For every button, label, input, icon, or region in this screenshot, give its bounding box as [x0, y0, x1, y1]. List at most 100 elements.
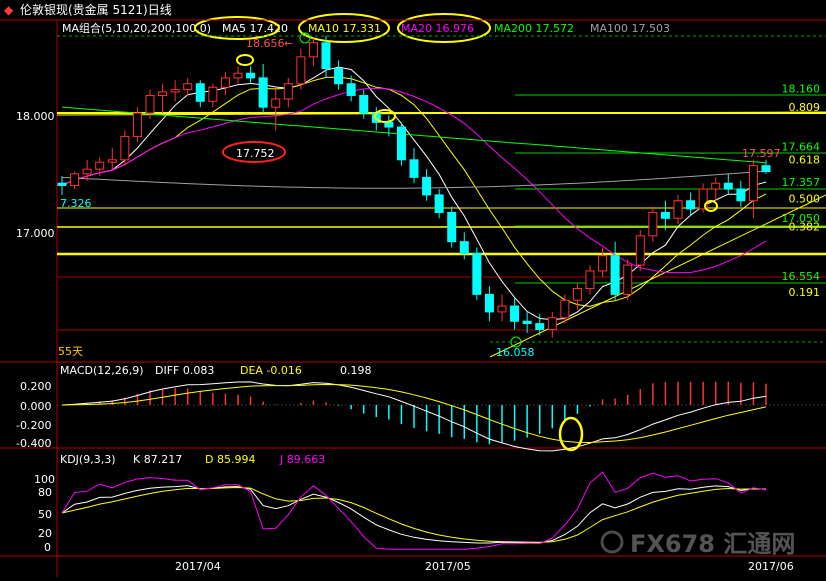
level-label: 18.160 — [782, 82, 821, 95]
candle-body — [296, 56, 306, 85]
candle-body — [195, 83, 205, 102]
candle-body — [422, 176, 432, 196]
ma-combo-label: MA组合(5,10,20,200,100,0) — [62, 21, 211, 35]
kdj-title: KDJ(9,3,3) — [60, 453, 116, 466]
candle-body — [748, 165, 758, 202]
macd-tick-0: 0.200 — [20, 380, 52, 393]
macd-tick-2: -0.200 — [16, 419, 51, 432]
candle-body — [57, 182, 67, 187]
watermark-text: FX678 汇通网 — [630, 530, 795, 558]
date-tick-jun: 2017/06 — [748, 560, 794, 573]
ma20-label: MA20 16.976 — [401, 22, 474, 35]
candle-body — [70, 173, 80, 187]
candle-body — [208, 86, 218, 102]
candle-body — [170, 89, 180, 93]
low-box-label: 17.752 — [236, 147, 275, 160]
candle-body — [510, 305, 520, 322]
candle-body — [459, 241, 469, 254]
kdj-tick-50: 50 — [38, 508, 52, 521]
candle-body — [308, 42, 318, 58]
level-label: 0.191 — [789, 286, 821, 299]
ma10-label: MA10 17.331 — [308, 22, 381, 35]
ma100-label: MA100 17.503 — [590, 22, 670, 35]
candle-body — [723, 182, 733, 190]
kdj-tick-0: 0 — [44, 541, 51, 554]
bottom-annotation: 16.058 — [496, 346, 535, 359]
days-count-label: 55天 — [58, 345, 83, 358]
level-label: 0.500 — [789, 192, 821, 205]
date-tick-apr: 2017/04 — [175, 560, 221, 573]
candle-body — [95, 161, 105, 170]
candle-body — [472, 252, 482, 295]
start-annotation: 7.326 — [60, 197, 92, 210]
candle-body — [334, 68, 344, 85]
kdj-tick-100: 100 — [34, 473, 55, 486]
candle-body — [283, 83, 293, 100]
chart-window: ◆ 伦敦银现(贵金属 5121)日线 MA组合(5,10,20,200,100,… — [0, 0, 826, 577]
candle-body — [572, 288, 582, 301]
level-label: 0.618 — [789, 154, 821, 167]
price-tick-18: 18.000 — [16, 110, 55, 123]
macd-tick-1: 0.000 — [20, 400, 52, 413]
candle-body — [598, 255, 608, 272]
candle-body — [447, 211, 457, 243]
macd-tick-3: -0.400 — [16, 437, 51, 450]
macd-diff: DIFF 0.083 — [155, 364, 214, 377]
candle-body — [522, 320, 532, 325]
candle-body — [145, 94, 155, 114]
candle-body — [246, 72, 256, 79]
level-label: 0.382 — [789, 220, 821, 233]
chart-title: 伦敦银现(贵金属 5121)日线 — [20, 2, 172, 17]
kdj-tick-20: 20 — [38, 527, 52, 540]
candle-body — [158, 91, 168, 96]
candle-body — [384, 121, 394, 128]
candle-body — [610, 255, 620, 295]
candle-body — [660, 211, 670, 219]
candle-body — [396, 126, 406, 161]
candle-body — [258, 77, 268, 108]
watermark: FX678 汇通网 — [600, 530, 795, 558]
candle-body — [132, 112, 142, 137]
candle-body — [233, 72, 243, 79]
candle-body — [761, 165, 771, 172]
candle-body — [497, 305, 507, 313]
candle-body — [434, 194, 444, 213]
level-label: 16.554 — [782, 270, 821, 283]
candle-body — [346, 83, 356, 96]
candle-body — [82, 168, 92, 175]
menu-icon[interactable]: ◆ — [4, 3, 14, 17]
last-price-annotation: 17.597 — [742, 147, 781, 160]
chart-svg: ◆ 伦敦银现(贵金属 5121)日线 MA组合(5,10,20,200,100,… — [0, 0, 826, 577]
candle-body — [648, 211, 658, 237]
high-arrow: ← — [284, 37, 293, 50]
candle-body — [547, 317, 557, 330]
candle-body — [711, 182, 721, 190]
title-bar: ◆ 伦敦银现(贵金属 5121)日线 — [4, 2, 172, 17]
level-label: 17.664 — [782, 140, 821, 153]
candle-body — [736, 188, 746, 202]
candle-body — [120, 135, 130, 161]
candle-body — [686, 200, 696, 210]
price-tick-17: 17.000 — [16, 227, 55, 240]
kdj-k: K 87.217 — [133, 453, 182, 466]
candle-body — [220, 77, 230, 88]
candle-body — [359, 94, 369, 114]
candle-body — [585, 270, 595, 290]
candle-body — [560, 299, 570, 319]
candle-body — [321, 42, 331, 70]
level-label: 17.357 — [782, 176, 821, 189]
macd-dea: DEA -0.016 — [240, 364, 302, 377]
candle-body — [107, 159, 117, 163]
kdj-d: D 85.994 — [205, 453, 255, 466]
candle-body — [484, 293, 494, 313]
candle-body — [673, 200, 683, 219]
macd-value: 0.198 — [340, 364, 372, 377]
date-tick-may: 2017/05 — [425, 560, 471, 573]
macd-title: MACD(12,26,9) — [60, 364, 144, 377]
kdj-tick-80: 80 — [38, 486, 52, 499]
candle-body — [623, 264, 633, 295]
ma200-label: MA200 17.572 — [494, 22, 574, 35]
candle-body — [271, 98, 281, 108]
high-annotation: 18.656 — [246, 37, 285, 50]
candle-body — [635, 235, 645, 266]
